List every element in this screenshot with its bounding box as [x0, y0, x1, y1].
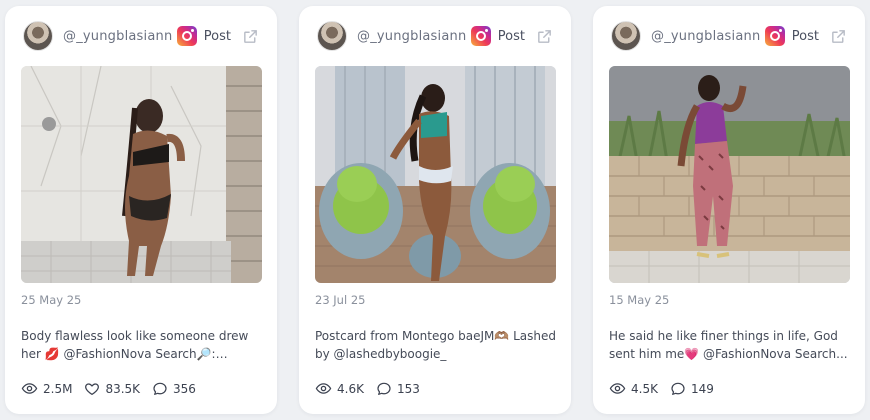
- avatar[interactable]: [317, 21, 347, 51]
- external-link-icon[interactable]: [241, 27, 259, 45]
- post-card[interactable]: @_yungblasiann Post: [593, 6, 865, 414]
- post-type-label: Post: [203, 28, 231, 44]
- post-type-label: Post: [497, 28, 525, 44]
- comment-icon: [153, 382, 167, 395]
- post-image[interactable]: [21, 66, 262, 283]
- views-stat: 4.6K: [315, 380, 364, 397]
- post-stats: 2.5M 83.5K 356: [21, 380, 208, 397]
- post-type: Post: [176, 26, 259, 46]
- username[interactable]: @_yungblasiann: [651, 29, 760, 44]
- post-caption: Postcard from Montego baeJM🫶🏽 Lashed by …: [315, 329, 557, 361]
- post-date: 23 Jul 25: [315, 293, 366, 307]
- post-type: Post: [470, 26, 553, 46]
- post-caption: He said he like finer things in life, Go…: [609, 329, 848, 361]
- eye-icon: [609, 383, 626, 394]
- views-stat: 4.5K: [609, 380, 658, 397]
- eye-icon: [21, 383, 38, 394]
- post-image[interactable]: [315, 66, 556, 283]
- avatar[interactable]: [23, 21, 53, 51]
- views-count: 4.6K: [337, 381, 364, 396]
- post-stats: 4.5K 149: [609, 380, 726, 397]
- likes-count: 83.5K: [105, 381, 141, 396]
- post-date: 25 May 25: [21, 293, 82, 307]
- comments-stat: 153: [376, 381, 420, 397]
- comments-count: 149: [690, 381, 714, 396]
- likes-stat: 83.5K: [84, 381, 140, 397]
- comments-stat: 149: [670, 381, 714, 397]
- post-card[interactable]: @_yungblasiann Post: [5, 6, 277, 414]
- instagram-icon: [764, 26, 785, 46]
- card-header: @_yungblasiann Post: [23, 20, 259, 52]
- avatar[interactable]: [611, 21, 641, 51]
- username[interactable]: @_yungblasiann: [357, 29, 466, 44]
- post-type: Post: [764, 26, 847, 46]
- views-stat: 2.5M: [21, 380, 72, 397]
- comments-stat: 356: [152, 381, 196, 397]
- username[interactable]: @_yungblasiann: [63, 29, 172, 44]
- post-date: 15 May 25: [609, 293, 670, 307]
- comments-count: 153: [396, 381, 420, 396]
- views-count: 4.5K: [631, 381, 658, 396]
- card-header: @_yungblasiann Post: [611, 20, 847, 52]
- heart-icon: [85, 382, 100, 395]
- comment-icon: [671, 382, 685, 395]
- views-count: 2.5M: [43, 381, 73, 396]
- comment-icon: [377, 382, 391, 395]
- comments-count: 356: [173, 381, 196, 396]
- instagram-icon: [470, 26, 491, 46]
- card-header: @_yungblasiann Post: [317, 20, 553, 52]
- instagram-icon: [176, 26, 197, 46]
- post-caption: Body flawless look like someone drew her…: [21, 329, 249, 361]
- eye-icon: [315, 383, 332, 394]
- post-card[interactable]: @_yungblasiann Post: [299, 6, 571, 414]
- post-image[interactable]: [609, 66, 850, 283]
- external-link-icon[interactable]: [535, 27, 553, 45]
- post-type-label: Post: [791, 28, 819, 44]
- external-link-icon[interactable]: [829, 27, 847, 45]
- post-stats: 4.6K 153: [315, 380, 432, 397]
